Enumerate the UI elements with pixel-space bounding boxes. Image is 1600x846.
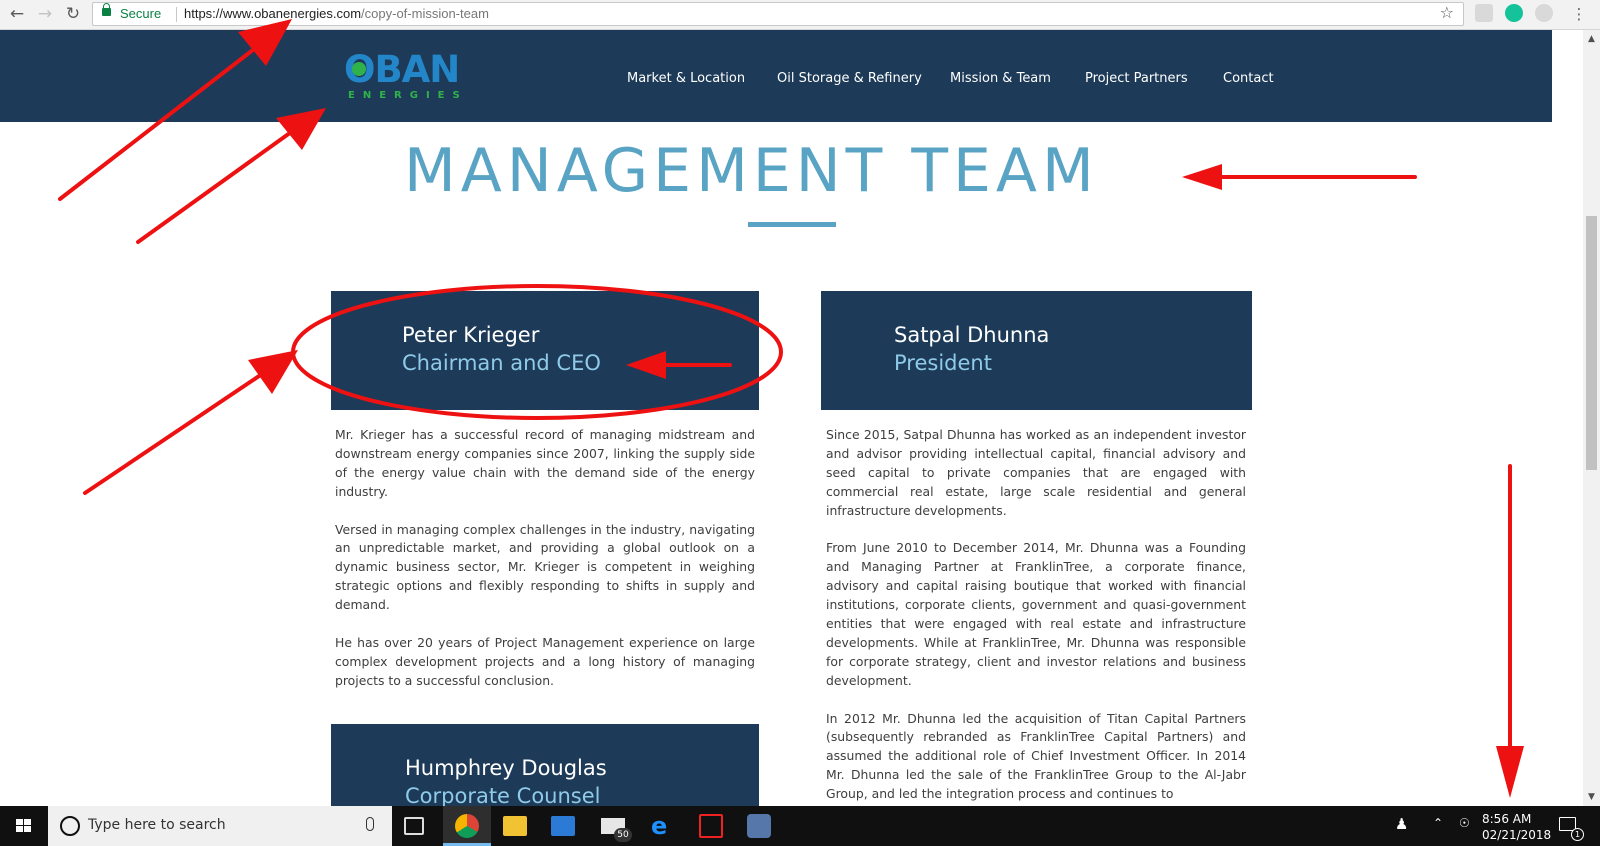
- red-annotation-overlay: [58, 19, 1524, 798]
- chrome-icon[interactable]: [455, 814, 479, 838]
- edge-icon[interactable]: e: [651, 814, 675, 838]
- arrowhead-title: [1182, 164, 1222, 190]
- address-separator: [176, 7, 177, 22]
- team-card-peter-krieger: Peter Krieger Chairman and CEO: [331, 291, 759, 410]
- arrow-to-ellipse: [83, 368, 270, 495]
- taskbar-date[interactable]: 02/21/2018: [1482, 828, 1551, 842]
- nav-market-location[interactable]: Market & Location: [627, 71, 745, 86]
- oban-logo[interactable]: OBAN ENERGIES: [344, 48, 468, 104]
- bio-paragraph: In 2012 Mr. Dhunna led the acquisition o…: [826, 710, 1246, 802]
- bio-peter-krieger: Mr. Krieger has a successful record of m…: [335, 426, 755, 710]
- bio-paragraph: From June 2010 to December 2014, Mr. Dhu…: [826, 540, 1246, 688]
- windows-taskbar: Type here to search 50 e ♟ ⌃ ☉ 8:56 AM 0…: [0, 806, 1600, 846]
- reload-icon[interactable]: ↻: [62, 3, 84, 25]
- bio-paragraph: Mr. Krieger has a successful record of m…: [335, 427, 755, 499]
- microphone-icon[interactable]: [366, 817, 374, 831]
- store-icon[interactable]: [551, 816, 575, 836]
- cortana-icon: [60, 816, 80, 836]
- windows-logo-icon: [16, 819, 32, 833]
- team-card-humphrey-douglas: Humphrey Douglas Corporate Counsel: [331, 724, 759, 806]
- grammarly-extension-icon[interactable]: [1505, 4, 1523, 22]
- menu-dots-icon[interactable]: ⋮: [1568, 3, 1590, 25]
- bio-paragraph: He has over 20 years of Project Manageme…: [335, 634, 755, 688]
- url-host: https://www.obanenergies.com: [184, 6, 362, 21]
- page-scrollbar[interactable]: ▲ ▼: [1583, 30, 1600, 806]
- nav-oil-storage-refinery[interactable]: Oil Storage & Refinery: [777, 71, 922, 86]
- member-name: Peter Krieger: [402, 323, 540, 347]
- nav-contact[interactable]: Contact: [1223, 71, 1274, 86]
- arrow-to-logo: [136, 128, 296, 244]
- site-header: OBAN ENERGIES Market & Location Oil Stor…: [0, 30, 1552, 122]
- notification-count: 1: [1571, 828, 1584, 841]
- member-role: Chairman and CEO: [402, 351, 601, 375]
- people-icon[interactable]: ♟: [1395, 815, 1408, 833]
- taskbar-search-box[interactable]: Type here to search: [48, 806, 392, 846]
- acrobat-icon[interactable]: [699, 814, 723, 838]
- back-arrow-icon[interactable]: ←: [6, 3, 28, 25]
- browser-toolbar: ← → ↻ Secure https://www.obanenergies.co…: [0, 0, 1600, 30]
- show-hidden-icons-icon[interactable]: ⌃: [1433, 816, 1443, 830]
- url-path: /copy-of-mission-team: [361, 6, 489, 21]
- bio-paragraph: Since 2015, Satpal Dhunna has worked as …: [826, 427, 1246, 518]
- mail-badge: 50: [614, 828, 632, 842]
- address-bar[interactable]: Secure https://www.obanenergies.com/copy…: [92, 2, 1464, 26]
- url-text[interactable]: https://www.obanenergies.com/copy-of-mis…: [184, 6, 489, 21]
- page-right-margin: [1552, 30, 1583, 806]
- member-name: Satpal Dhunna: [894, 323, 1050, 347]
- bio-paragraph: Versed in managing complex challenges in…: [335, 521, 755, 613]
- member-role: Corporate Counsel: [405, 784, 601, 806]
- arrowhead-scroll: [1496, 746, 1524, 798]
- task-view-icon[interactable]: [404, 817, 424, 835]
- app-icon[interactable]: [747, 814, 771, 838]
- network-icon[interactable]: ☉: [1459, 816, 1470, 830]
- member-role: President: [894, 351, 992, 375]
- file-explorer-icon[interactable]: [503, 816, 527, 836]
- search-placeholder: Type here to search: [88, 817, 226, 833]
- scroll-thumb[interactable]: [1586, 216, 1597, 470]
- page-title: MANAGEMENT TEAM: [404, 136, 1099, 206]
- skype-extension-icon[interactable]: [1535, 4, 1553, 22]
- bookmark-star-icon[interactable]: ☆: [1440, 3, 1454, 22]
- pdf-extension-icon[interactable]: [1475, 4, 1493, 22]
- logo-swoosh-icon: [352, 62, 366, 76]
- scroll-up-icon[interactable]: ▲: [1583, 32, 1600, 46]
- start-button[interactable]: [0, 806, 48, 846]
- lock-icon: [102, 3, 111, 16]
- secure-label: Secure: [120, 6, 162, 21]
- nav-project-partners[interactable]: Project Partners: [1085, 71, 1188, 86]
- arrowhead-ellipse: [248, 350, 298, 394]
- member-name: Humphrey Douglas: [405, 756, 607, 780]
- scroll-down-icon[interactable]: ▼: [1583, 790, 1600, 804]
- taskbar-time[interactable]: 8:56 AM: [1482, 812, 1531, 826]
- title-underline: [748, 222, 836, 227]
- logo-sub-text: ENERGIES: [348, 90, 468, 101]
- bio-satpal-dhunna: Since 2015, Satpal Dhunna has worked as …: [826, 426, 1246, 806]
- forward-arrow-icon[interactable]: →: [34, 3, 56, 25]
- nav-mission-team[interactable]: Mission & Team: [950, 71, 1051, 86]
- team-card-satpal-dhunna: Satpal Dhunna President: [821, 291, 1252, 410]
